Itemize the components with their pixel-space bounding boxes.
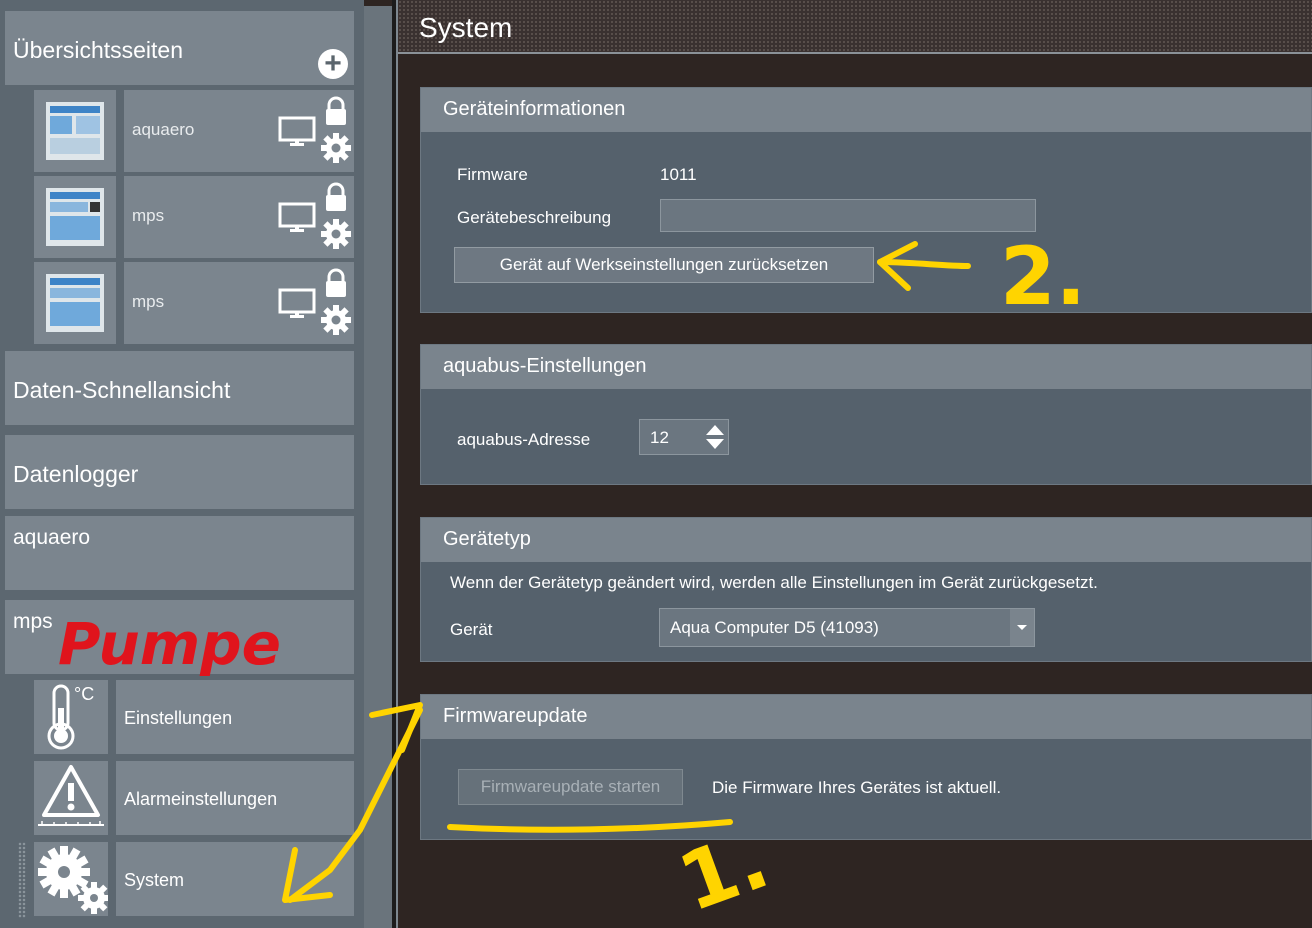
section-header: Geräteinformationen — [421, 88, 1311, 132]
sidebar-scrollbar[interactable] — [364, 6, 392, 928]
sidebar-item-system[interactable]: System — [116, 842, 354, 916]
firmware-value: 1011 — [660, 165, 697, 184]
device-label: aquaero — [13, 526, 91, 549]
overview-page-label: aquaero — [132, 120, 195, 139]
device-item-aquaero[interactable]: aquaero — [5, 516, 354, 590]
aquabus-section: aquabus-Einstellungen aquabus-Adresse — [420, 344, 1312, 485]
gears-icon-tile[interactable] — [34, 842, 110, 916]
overview-page-item[interactable]: mps — [124, 176, 354, 258]
stepper-arrows-icon[interactable] — [704, 422, 726, 452]
section-title: Firmwareupdate — [443, 705, 588, 727]
device-info-section: Geräteinformationen Firmware 1011 Geräte… — [420, 87, 1312, 313]
sidebar-item-label: Alarmeinstellungen — [124, 789, 278, 809]
overview-pages-label: Übersichtsseiten — [13, 37, 184, 63]
section-header: Firmwareupdate — [421, 695, 1311, 739]
quick-view-label: Daten-Schnellansicht — [13, 377, 231, 403]
page-title: System — [419, 12, 513, 43]
firmware-status-text: Die Firmware Ihres Gerätes ist aktuell. — [712, 778, 1002, 797]
section-title: aquabus-Einstellungen — [443, 355, 647, 377]
celsius-label: °C — [74, 684, 95, 704]
page-thumbnail[interactable] — [34, 90, 116, 172]
warning-icon — [38, 765, 104, 826]
firmware-label: Firmware — [457, 165, 528, 184]
datalogger-label: Datenlogger — [13, 461, 139, 487]
sidebar: Übersichtsseiten + aquaero mps mps Daten… — [0, 0, 364, 928]
datalogger-item[interactable]: Datenlogger — [5, 435, 354, 509]
sidebar-item-label: Einstellungen — [124, 708, 233, 728]
sidebar-item-label: System — [124, 870, 185, 890]
overview-pages-header[interactable]: Übersichtsseiten + — [5, 11, 354, 85]
gear-icon[interactable] — [320, 218, 352, 250]
device-type-select[interactable]: Aqua Computer D5 (41093) — [659, 608, 1035, 647]
firmware-update-button[interactable]: Firmwareupdate starten — [458, 769, 683, 805]
firmware-update-section: Firmwareupdate Firmwareupdate starten Di… — [420, 694, 1312, 840]
aquabus-address-stepper[interactable]: 12 — [639, 419, 729, 455]
monitor-icon[interactable] — [278, 202, 316, 234]
aquabus-address-value: 12 — [650, 428, 669, 447]
warning-icon-tile[interactable] — [34, 761, 108, 835]
sidebar-item-alarm-settings[interactable]: Alarmeinstellungen — [116, 761, 354, 835]
dropdown-button[interactable] — [1010, 609, 1034, 646]
device-select-value: Aqua Computer D5 (41093) — [670, 618, 879, 637]
drag-handle[interactable] — [18, 842, 26, 918]
thermometer-icon-tile[interactable]: °C — [34, 680, 108, 754]
quick-view-item[interactable]: Daten-Schnellansicht — [5, 351, 354, 425]
section-header: aquabus-Einstellungen — [421, 345, 1311, 389]
monitor-icon[interactable] — [278, 288, 316, 320]
device-label: mps — [13, 610, 53, 633]
overview-page-item[interactable]: mps — [124, 262, 354, 344]
description-label: Gerätebeschreibung — [457, 208, 612, 227]
gear-icon[interactable] — [320, 304, 352, 336]
section-title: Gerätetyp — [443, 528, 531, 550]
lock-icon[interactable] — [324, 268, 348, 298]
sidebar-item-settings[interactable]: Einstellungen — [116, 680, 354, 754]
gear-icon[interactable] — [320, 132, 352, 164]
device-label: Gerät — [450, 620, 493, 639]
overview-page-item[interactable]: aquaero — [124, 90, 354, 172]
lock-icon[interactable] — [324, 182, 348, 212]
section-header: Gerätetyp — [421, 518, 1311, 562]
add-page-icon[interactable]: + — [318, 49, 348, 79]
chevron-down-icon — [1017, 625, 1027, 630]
device-type-warning: Wenn der Gerätetyp geändert wird, werden… — [450, 573, 1098, 592]
divider — [396, 0, 398, 928]
section-title: Geräteinformationen — [443, 98, 626, 120]
factory-reset-button[interactable]: Gerät auf Werkseinstellungen zurücksetze… — [454, 247, 874, 283]
lock-icon[interactable] — [324, 96, 348, 126]
monitor-icon[interactable] — [278, 116, 316, 148]
gears-icon — [38, 846, 110, 914]
device-item-mps[interactable]: mps — [5, 600, 354, 674]
overview-page-label: mps — [132, 292, 165, 311]
overview-page-label: mps — [132, 206, 165, 225]
description-input[interactable] — [660, 199, 1036, 232]
thermometer-icon — [47, 684, 75, 750]
page-thumbnail[interactable] — [34, 262, 116, 344]
page-thumbnail[interactable] — [34, 176, 116, 258]
title-bar: System — [398, 0, 1312, 54]
aquabus-address-label: aquabus-Adresse — [457, 430, 591, 449]
